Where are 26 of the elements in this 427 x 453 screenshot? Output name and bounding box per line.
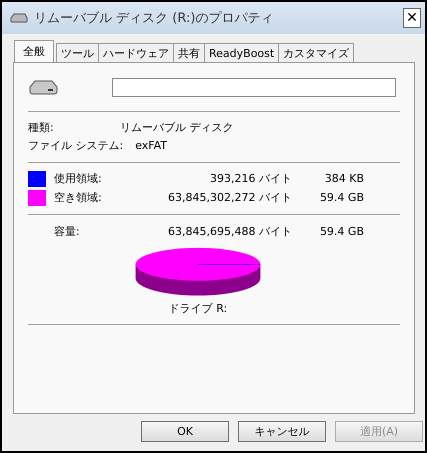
drive-label: ドライブ R: — [168, 301, 228, 316]
window-title: リムーバブル ディスク (R:)のプロパティ — [34, 10, 274, 27]
byte-count: 393,216 バイト — [209, 171, 292, 186]
legend-label: 使用領域: — [54, 171, 103, 186]
capacity-label: 容量: — [54, 224, 81, 238]
size-value: 384 KB — [324, 172, 364, 185]
size-value: 59.4 GB — [320, 224, 364, 238]
tab[interactable]: 全般 — [14, 40, 54, 62]
field-label: 種類: — [28, 120, 55, 134]
dialog-button[interactable]: OK — [141, 421, 229, 442]
size-value: 59.4 GB — [320, 191, 364, 204]
close-button[interactable]: ✕ — [403, 8, 421, 28]
byte-count: 63,845,695,488 バイト — [167, 224, 292, 238]
legend-label: 空き領域: — [54, 190, 103, 205]
dialog-button[interactable]: キャンセル — [238, 421, 326, 442]
tab[interactable]: カスタマイズ — [278, 43, 354, 62]
field-value: リムーバブル ディスク — [120, 120, 234, 134]
tab[interactable]: 共有 — [173, 43, 205, 62]
field-value: exFAT — [134, 138, 168, 152]
label-field[interactable] — [112, 78, 396, 96]
tab[interactable]: ツール — [56, 43, 99, 62]
drive-icon — [10, 13, 28, 23]
byte-count: 63,845,302,272 バイト — [167, 190, 292, 205]
tab[interactable]: ReadyBoost — [204, 43, 280, 62]
field-label: ファイル システム: — [28, 138, 124, 152]
drive-icon — [28, 79, 58, 95]
